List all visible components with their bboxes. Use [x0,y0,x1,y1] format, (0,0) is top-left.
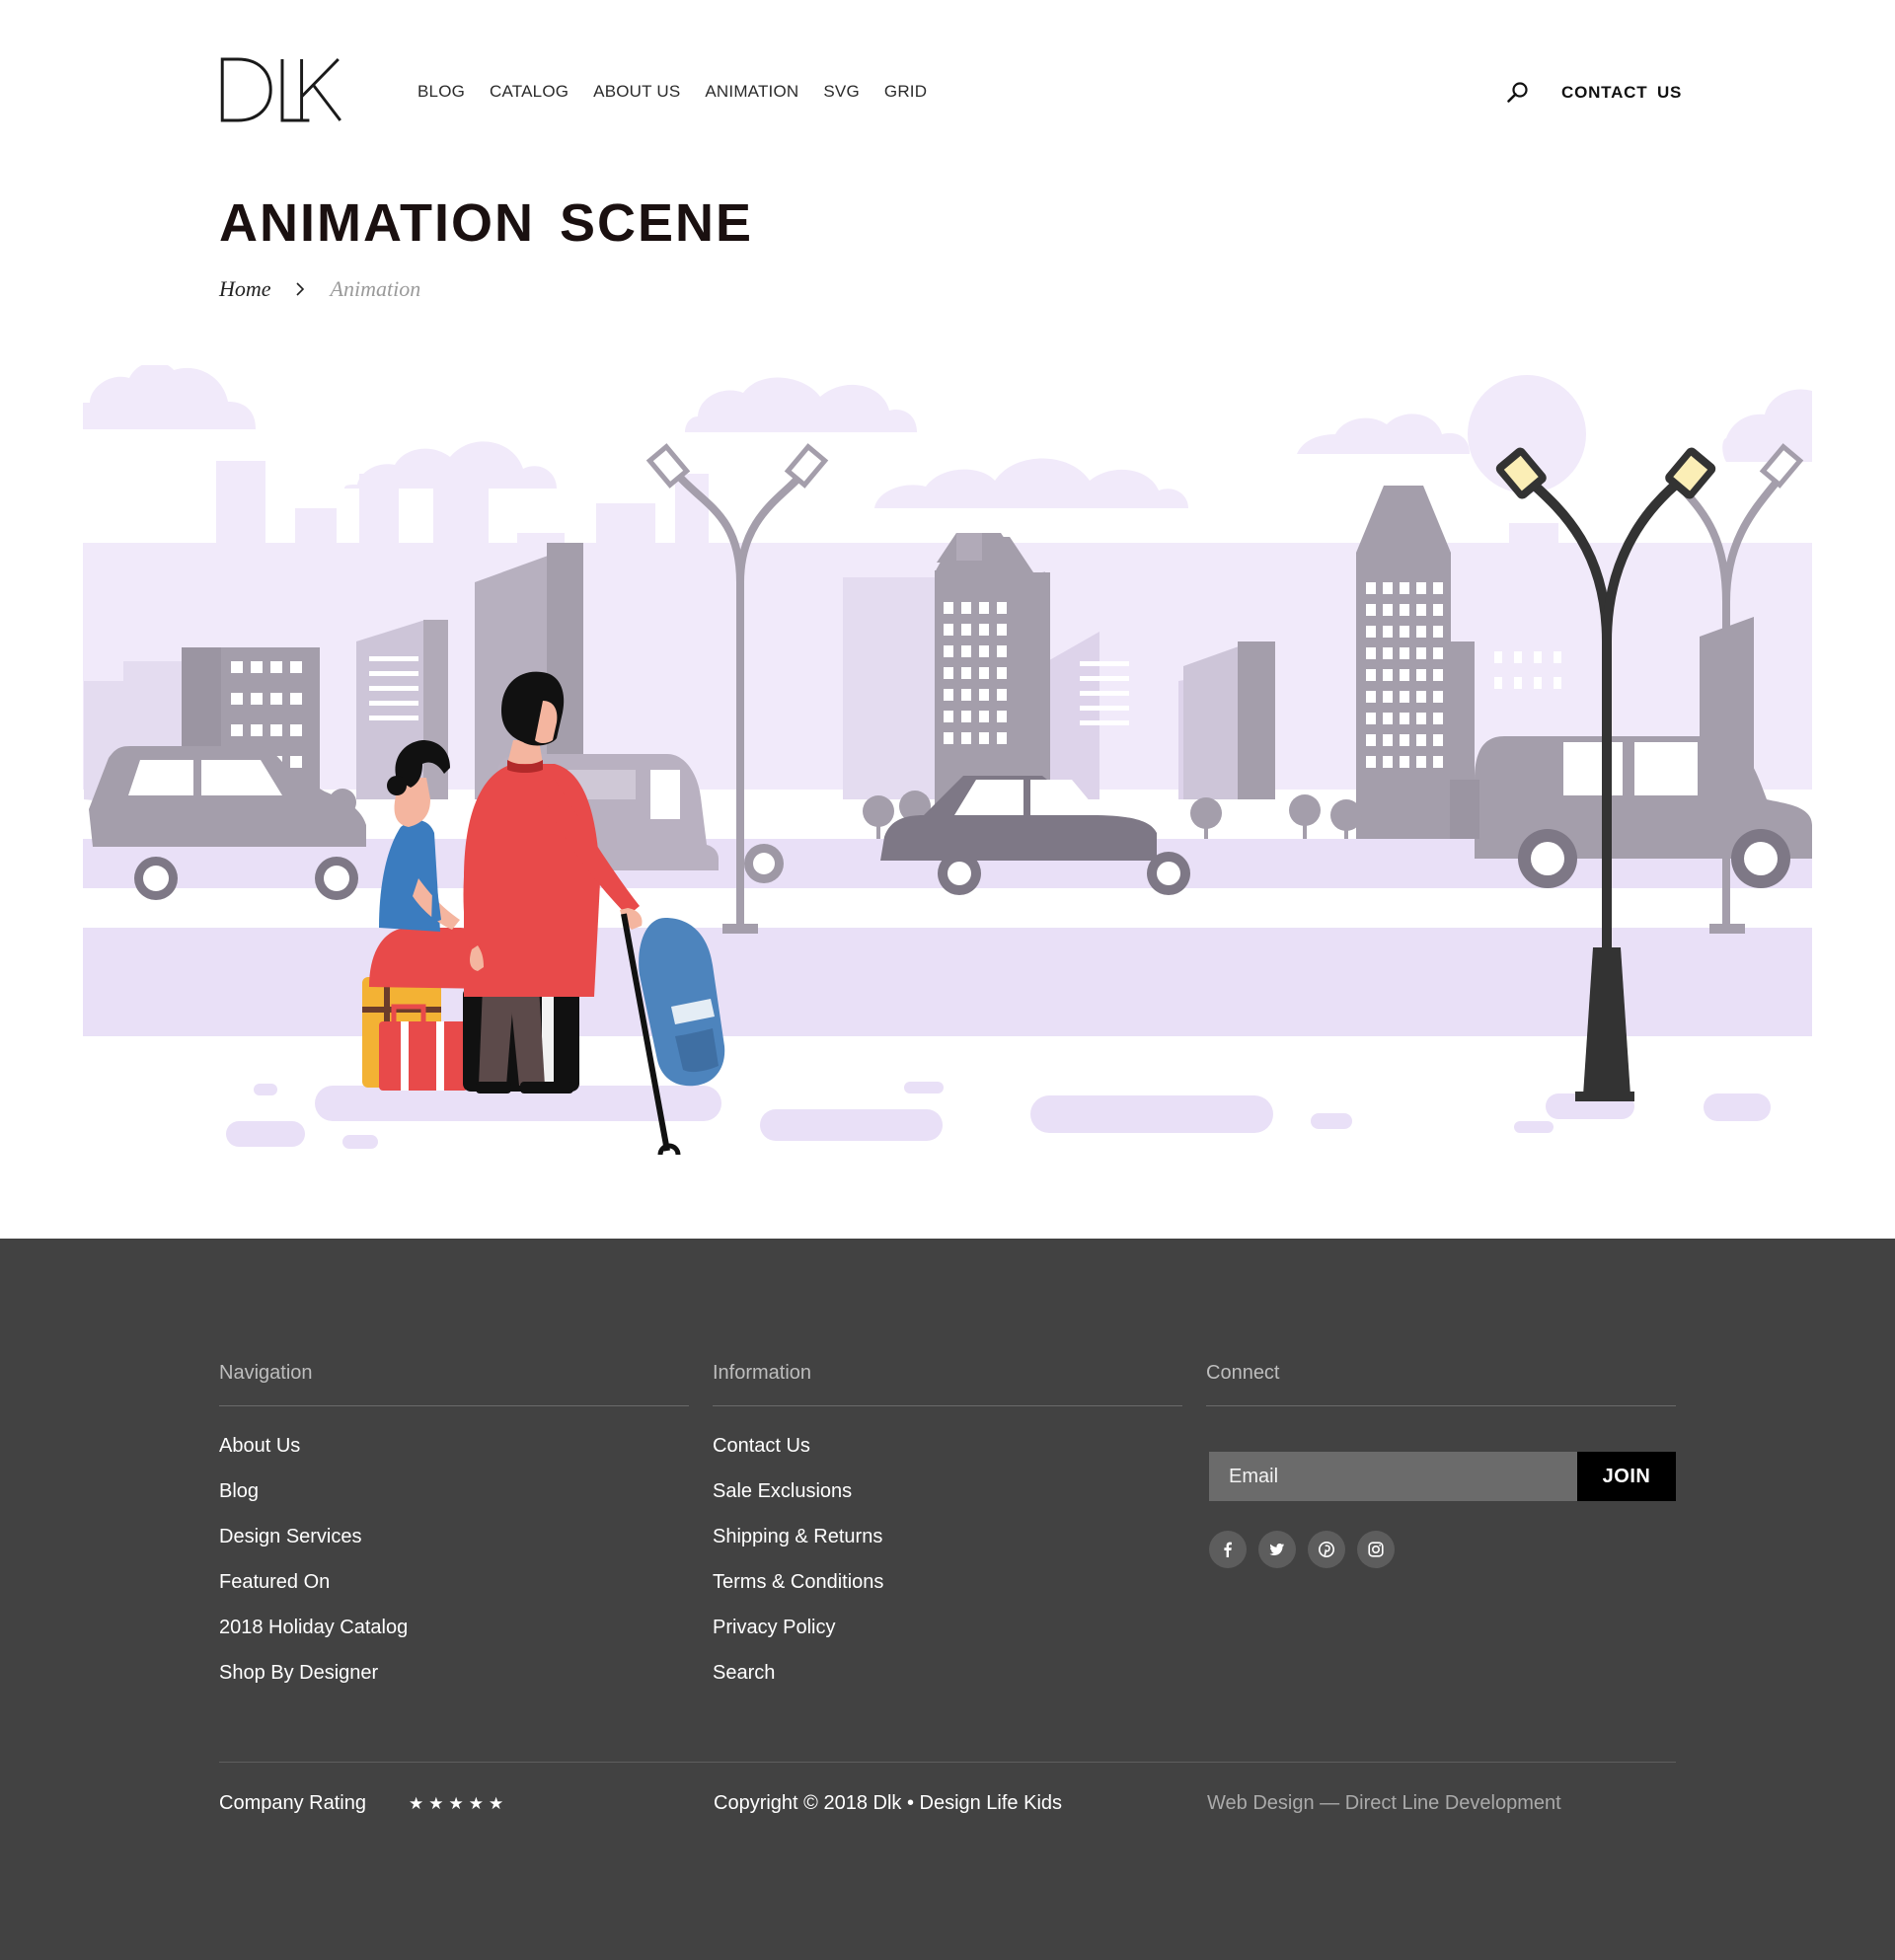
breadcrumb-current: Animation [330,276,421,301]
site-logo[interactable] [220,57,341,122]
footer-link-shipping-returns[interactable]: Shipping & Returns [713,1526,882,1547]
footer-connect-title: Connect [1206,1362,1280,1384]
pinterest-icon[interactable] [1308,1531,1345,1568]
footer-link-contact-us[interactable]: Contact Us [713,1435,810,1457]
site-header: BLOG CATALOG ABOUT US ANIMATION SVG GRID… [0,0,1895,178]
logo-mark [220,57,341,122]
star-icon: ★ [468,1794,484,1813]
footer-navigation-column: Navigation About Us Blog Design Services… [219,1362,689,1706]
star-icon: ★ [409,1794,424,1813]
facebook-icon[interactable] [1209,1531,1247,1568]
star-icon: ★ [448,1794,464,1813]
email-input[interactable] [1209,1452,1577,1501]
lamp-base-left [722,924,758,934]
join-button[interactable]: JOIN [1577,1452,1676,1501]
company-rating-label: Company Rating [219,1792,366,1814]
lamp-base-right-gray [1709,924,1745,934]
star-icon: ★ [428,1794,444,1813]
instagram-icon[interactable] [1357,1531,1395,1568]
twitter-icon[interactable] [1258,1531,1296,1568]
footer-link-shop-by-designer[interactable]: Shop By Designer [219,1662,378,1684]
contact-us-link[interactable]: CONTACT US [1561,83,1682,103]
chevron-right-icon [295,282,304,296]
nav-svg[interactable]: SVG [823,82,860,102]
footer-link-design-services[interactable]: Design Services [219,1526,362,1547]
divider [1206,1405,1676,1406]
footer-information-title: Information [713,1362,812,1384]
footer-link-search[interactable]: Search [713,1662,775,1684]
rating-stars: ★ ★ ★ ★ ★ [409,1794,503,1814]
nav-catalog[interactable]: CATALOG [490,82,568,102]
footer-information-column: Information Contact Us Sale Exclusions S… [713,1362,1182,1706]
newsletter-form: JOIN [1209,1452,1676,1501]
footer-link-about-us[interactable]: About Us [219,1435,300,1457]
footer-link-privacy-policy[interactable]: Privacy Policy [713,1617,835,1638]
footer-link-blog[interactable]: Blog [219,1480,259,1502]
footer-link-sale-exclusions[interactable]: Sale Exclusions [713,1480,852,1502]
main-nav: BLOG CATALOG ABOUT US ANIMATION SVG GRID [417,82,951,102]
ground-shapes [226,1082,1771,1149]
social-links [1209,1531,1395,1568]
nav-animation[interactable]: ANIMATION [705,82,798,102]
divider [219,1762,1676,1763]
nav-blog[interactable]: BLOG [417,82,465,102]
breadcrumb: Home Animation [219,276,420,302]
web-design-credit-link[interactable]: Web Design — Direct Line Development [1207,1792,1561,1815]
copyright-text: Copyright © 2018 Dlk • Design Life Kids [714,1792,1063,1814]
road [83,928,1812,1036]
divider [713,1405,1182,1406]
footer-navigation-title: Navigation [219,1362,313,1384]
footer-link-featured-on[interactable]: Featured On [219,1571,330,1593]
nav-about-us[interactable]: ABOUT US [593,82,680,102]
tower-2 [1356,486,1451,839]
search-icon[interactable] [1506,81,1530,105]
page-title: ANIMATION SCENE [219,193,754,253]
footer-connect-column: Connect [1206,1362,1676,1406]
star-icon: ★ [489,1794,504,1813]
nav-grid[interactable]: GRID [884,82,927,102]
animation-scene-illustration [83,365,1812,1155]
divider [219,1405,689,1406]
footer-link-terms-conditions[interactable]: Terms & Conditions [713,1571,883,1593]
footer-link-holiday-catalog[interactable]: 2018 Holiday Catalog [219,1617,408,1638]
breadcrumb-home[interactable]: Home [219,276,271,302]
